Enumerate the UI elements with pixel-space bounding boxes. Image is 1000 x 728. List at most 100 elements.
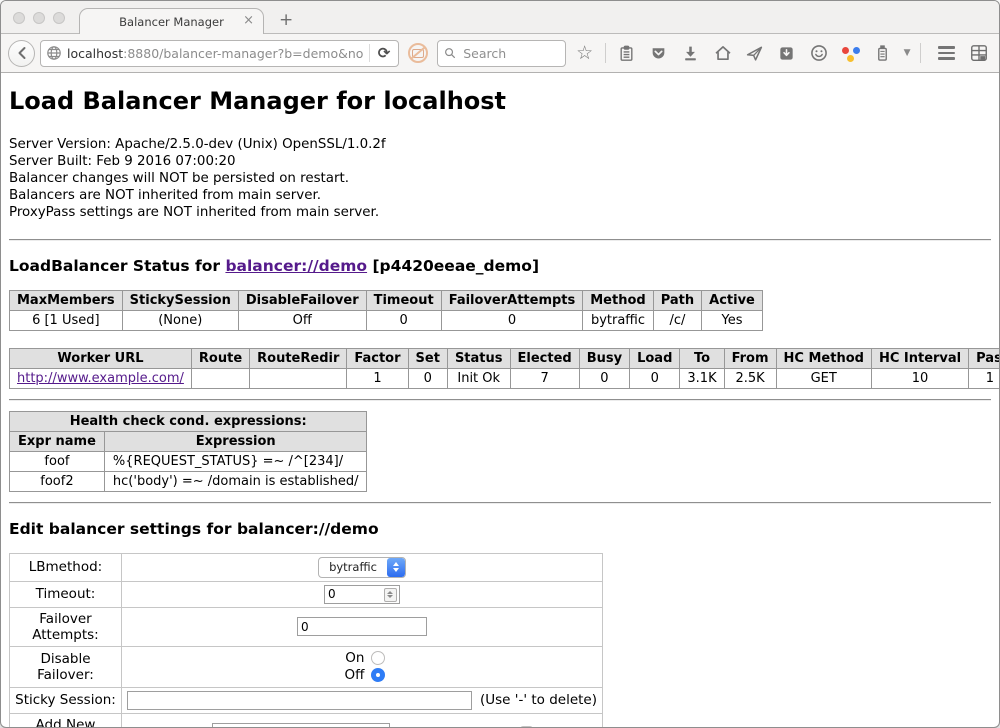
cell-expr-name: foof	[10, 451, 105, 471]
chat-smiley-icon[interactable]	[805, 40, 832, 67]
save-to-box-icon[interactable]	[773, 40, 800, 67]
cell-from: 2.5K	[724, 368, 776, 388]
bookmark-star-icon[interactable]: ☆	[571, 40, 598, 67]
tab-balancer-manager[interactable]: Balancer Manager ×	[79, 8, 264, 34]
navigation-toolbar: localhost:8880/balancer-manager?b=demo&n…	[1, 34, 999, 73]
col-failoverattempts: FailoverAttempts	[441, 290, 583, 310]
cell-timeout: 0	[366, 310, 441, 330]
cell-stickysession: (None)	[122, 310, 238, 330]
cell-hc-interval: 10	[871, 368, 968, 388]
titlebar: Balancer Manager × +	[1, 1, 999, 34]
url-bar[interactable]: localhost:8880/balancer-manager?b=demo&n…	[40, 40, 399, 67]
cell-route	[191, 368, 249, 388]
cell-expression: %{REQUEST_STATUS} =~ /^[234]/	[104, 451, 367, 471]
radio-line-off: Off	[127, 667, 597, 684]
col-expression: Expression	[104, 431, 367, 451]
url-domain: localhost	[67, 46, 123, 61]
toolbar-divider	[605, 43, 606, 63]
col-maxmembers: MaxMembers	[10, 290, 123, 310]
pocket-icon[interactable]	[645, 40, 672, 67]
cell-load: 0	[630, 368, 680, 388]
disable-failover-off-radio[interactable]	[371, 668, 385, 682]
col-path: Path	[653, 290, 701, 310]
url-text[interactable]: localhost:8880/balancer-manager?b=demo&n…	[67, 46, 364, 61]
cell-expr-name: foof2	[10, 471, 105, 491]
worker-url-link[interactable]: http://www.example.com/	[17, 371, 184, 386]
balancer-demo-link[interactable]: balancer://demo	[225, 257, 367, 275]
number-stepper-icon[interactable]	[384, 588, 397, 602]
col-routeredir: RouteRedir	[250, 348, 347, 368]
color-dots-extension-icon[interactable]	[837, 40, 864, 67]
disable-failover-label: Disable Failover:	[10, 646, 122, 687]
status-heading-suffix: [p4420eeae_demo]	[367, 257, 539, 275]
add-worker-input[interactable]	[212, 723, 390, 728]
table-header-row: MaxMembers StickySession DisableFailover…	[10, 290, 763, 310]
proxypass-note-line: ProxyPass settings are NOT inherited fro…	[9, 205, 991, 222]
menu-hamburger-icon[interactable]	[933, 40, 960, 67]
window-close-button[interactable]	[13, 12, 25, 24]
disable-failover-on-radio[interactable]	[371, 651, 385, 665]
server-version-line: Server Version: Apache/2.5.0-dev (Unix) …	[9, 137, 991, 154]
form-row-disable-failover: Disable Failover: On Off	[10, 646, 603, 687]
window-zoom-button[interactable]	[53, 12, 65, 24]
search-input[interactable]	[461, 45, 559, 62]
health-table-title: Health check cond. expressions:	[10, 411, 367, 431]
lbmethod-select[interactable]: bytraffic	[318, 557, 406, 578]
col-active: Active	[702, 290, 763, 310]
health-check-table: Health check cond. expressions: Expr nam…	[9, 411, 367, 492]
server-built-line: Server Built: Feb 9 2016 07:00:20	[9, 154, 991, 171]
lbmethod-selected-value: bytraffic	[319, 560, 387, 574]
col-status: Status	[447, 348, 510, 368]
window-minimize-button[interactable]	[33, 12, 45, 24]
divider	[9, 239, 991, 241]
col-set: Set	[408, 348, 447, 368]
downloads-icon[interactable]	[677, 40, 704, 67]
edit-balancer-form: LBmethod: bytraffic Timeout:	[9, 553, 603, 728]
on-label: On	[338, 650, 364, 666]
home-icon[interactable]	[709, 40, 736, 67]
cell-busy: 0	[579, 368, 629, 388]
bookmarks-panel-icon[interactable]	[965, 40, 992, 67]
cell-expression: hc('body') =~ /domain is established/	[104, 471, 367, 491]
col-timeout: Timeout	[366, 290, 441, 310]
tab-close-icon[interactable]: ×	[243, 13, 254, 28]
select-stepper-icon	[387, 558, 405, 577]
content-blocked-icon[interactable]	[408, 43, 428, 63]
server-info: Server Version: Apache/2.5.0-dev (Unix) …	[9, 137, 991, 222]
worker-status-table: Worker URL Route RouteRedir Factor Set S…	[9, 348, 1000, 389]
divider	[9, 502, 991, 504]
table-title-row: Health check cond. expressions:	[10, 411, 367, 431]
form-row-lbmethod: LBmethod: bytraffic	[10, 553, 603, 581]
battery-extension-icon[interactable]	[869, 40, 896, 67]
chevron-down-icon[interactable]: ▼	[901, 40, 913, 67]
col-passes: Passes	[969, 348, 1000, 368]
toolbar-divider-2	[920, 43, 921, 63]
browser-window: Balancer Manager × + localhost:8880/bala…	[0, 0, 1000, 728]
blue-dot	[853, 47, 860, 54]
back-button[interactable]	[8, 40, 35, 67]
cell-elected: 7	[510, 368, 579, 388]
sticky-session-input[interactable]	[127, 691, 472, 710]
add-worker-label: Add New Worker:	[10, 713, 122, 728]
search-bar[interactable]	[437, 40, 566, 67]
cell-factor: 1	[347, 368, 408, 388]
new-tab-button[interactable]: +	[279, 10, 293, 30]
reload-button[interactable]: ⟳	[375, 44, 394, 62]
off-label: Off	[338, 667, 364, 683]
col-expr-name: Expr name	[10, 431, 105, 451]
col-elected: Elected	[510, 348, 579, 368]
col-hc-method: HC Method	[776, 348, 871, 368]
form-row-sticky-session: Sticky Session: (Use '-' to delete)	[10, 687, 603, 713]
url-path: :8880/balancer-manager?b=demo&nonce=decc…	[123, 46, 364, 61]
cell-set: 0	[408, 368, 447, 388]
send-tab-icon[interactable]	[741, 40, 768, 67]
edit-balancer-heading: Edit balancer settings for balancer://de…	[9, 520, 991, 538]
table-row: http://www.example.com/ 1 0 Init Ok 7 0 …	[10, 368, 1000, 388]
page-content: Load Balancer Manager for localhost Serv…	[1, 87, 999, 728]
col-disablefailover: DisableFailover	[238, 290, 366, 310]
cell-to: 3.1K	[680, 368, 724, 388]
cell-status: Init Ok	[447, 368, 510, 388]
globe-icon	[46, 45, 62, 61]
failover-attempts-input[interactable]	[297, 617, 427, 636]
reading-list-icon[interactable]	[613, 40, 640, 67]
